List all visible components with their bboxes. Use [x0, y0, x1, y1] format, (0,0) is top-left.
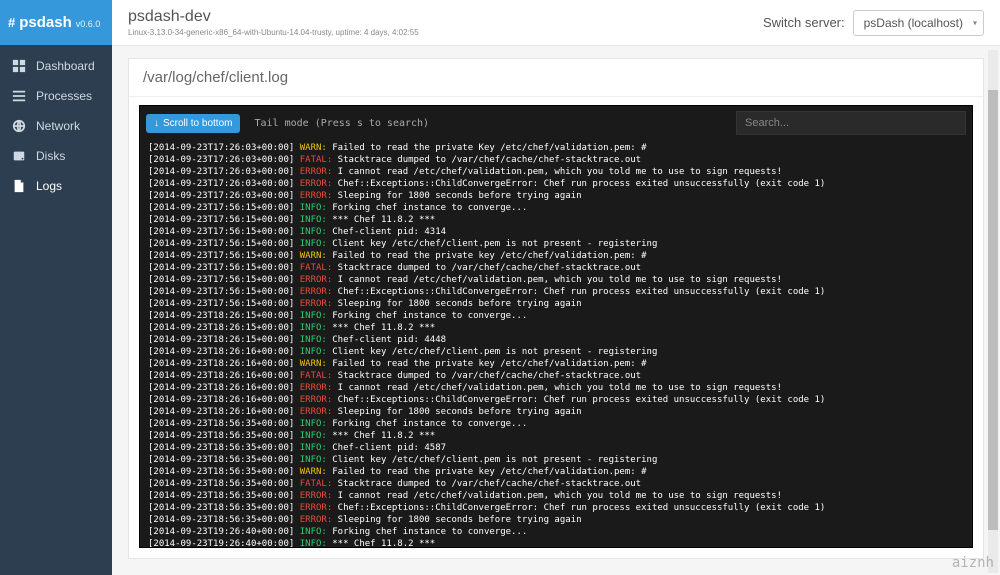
log-line: [2014-09-23T18:26:16+00:00] FATAL: Stack… — [148, 370, 964, 382]
sidebar: # psdash v0.6.0 Dashboard Processes Networ… — [0, 0, 112, 575]
log-line: [2014-09-23T17:26:03+00:00] ERROR: Chef:… — [148, 178, 964, 190]
log-line: [2014-09-23T17:26:03+00:00] FATAL: Stack… — [148, 154, 964, 166]
log-line: [2014-09-23T18:26:16+00:00] ERROR: I can… — [148, 382, 964, 394]
page-subtitle: Linux-3.13.0-34-generic-x86_64-with-Ubun… — [128, 28, 763, 37]
sidebar-item-disks[interactable]: Disks — [0, 141, 112, 171]
sidebar-item-label: Disks — [36, 149, 65, 163]
disks-icon — [12, 149, 26, 163]
brand[interactable]: # psdash v0.6.0 — [0, 0, 112, 45]
scroll-to-bottom-button[interactable]: ↓ Scroll to bottom — [146, 114, 240, 133]
log-line: [2014-09-23T17:56:15+00:00] INFO: Chef-c… — [148, 226, 964, 238]
log-panel: /var/log/chef/client.log ↓ Scroll to bot… — [128, 58, 984, 559]
log-line: [2014-09-23T18:56:35+00:00] ERROR: I can… — [148, 490, 964, 502]
brand-hash: # — [8, 15, 15, 30]
page-title: psdash-dev — [128, 8, 763, 26]
scrollbar-thumb[interactable] — [988, 90, 998, 530]
topbar: psdash-dev Linux-3.13.0-34-generic-x86_6… — [112, 0, 1000, 46]
log-line: [2014-09-23T17:26:03+00:00] ERROR: I can… — [148, 166, 964, 178]
sidebar-item-dashboard[interactable]: Dashboard — [0, 51, 112, 81]
scrollbar[interactable] — [988, 50, 998, 573]
log-body[interactable]: [2014-09-23T17:26:03+00:00] WARN: Failed… — [140, 140, 972, 547]
log-line: [2014-09-23T18:56:35+00:00] INFO: *** Ch… — [148, 430, 964, 442]
log-line: [2014-09-23T17:26:03+00:00] ERROR: Sleep… — [148, 190, 964, 202]
log-line: [2014-09-23T18:26:16+00:00] ERROR: Chef:… — [148, 394, 964, 406]
log-line: [2014-09-23T18:26:16+00:00] WARN: Failed… — [148, 358, 964, 370]
sidebar-item-label: Logs — [36, 179, 62, 193]
log-line: [2014-09-23T18:26:16+00:00] INFO: Client… — [148, 346, 964, 358]
server-select[interactable]: psDash (localhost) — [853, 10, 984, 36]
network-icon — [12, 119, 26, 133]
log-toolbar: ↓ Scroll to bottom Tail mode (Press s to… — [140, 106, 972, 140]
switch-server-label: Switch server: — [763, 15, 845, 30]
brand-version: v0.6.0 — [76, 19, 101, 29]
log-line: [2014-09-23T19:26:40+00:00] INFO: Forkin… — [148, 526, 964, 538]
log-line: [2014-09-23T18:56:35+00:00] ERROR: Chef:… — [148, 502, 964, 514]
sidebar-item-network[interactable]: Network — [0, 111, 112, 141]
content: /var/log/chef/client.log ↓ Scroll to bot… — [112, 46, 1000, 575]
log-line: [2014-09-23T18:56:35+00:00] WARN: Failed… — [148, 466, 964, 478]
watermark: aiznh — [952, 555, 994, 571]
nav: Dashboard Processes Network Disks Logs — [0, 45, 112, 201]
log-line: [2014-09-23T18:56:35+00:00] INFO: Client… — [148, 454, 964, 466]
log-line: [2014-09-23T17:56:15+00:00] ERROR: Sleep… — [148, 298, 964, 310]
log-line: [2014-09-23T17:26:03+00:00] WARN: Failed… — [148, 142, 964, 154]
log-line: [2014-09-23T18:26:15+00:00] INFO: Forkin… — [148, 310, 964, 322]
logs-icon — [12, 179, 26, 193]
dashboard-icon — [12, 59, 26, 73]
log-line: [2014-09-23T17:56:15+00:00] INFO: Forkin… — [148, 202, 964, 214]
search-input[interactable] — [736, 111, 966, 135]
log-line: [2014-09-23T19:26:40+00:00] INFO: *** Ch… — [148, 538, 964, 547]
log-line: [2014-09-23T18:56:35+00:00] INFO: Chef-c… — [148, 442, 964, 454]
log-line: [2014-09-23T18:26:15+00:00] INFO: Chef-c… — [148, 334, 964, 346]
log-line: [2014-09-23T17:56:15+00:00] INFO: Client… — [148, 238, 964, 250]
sidebar-item-logs[interactable]: Logs — [0, 171, 112, 201]
log-line: [2014-09-23T17:56:15+00:00] ERROR: I can… — [148, 274, 964, 286]
sidebar-item-label: Processes — [36, 89, 92, 103]
sidebar-item-processes[interactable]: Processes — [0, 81, 112, 111]
log-line: [2014-09-23T17:56:15+00:00] FATAL: Stack… — [148, 262, 964, 274]
brand-name: psdash — [19, 14, 72, 31]
scroll-to-bottom-label: Scroll to bottom — [163, 118, 232, 129]
log-line: [2014-09-23T18:56:35+00:00] ERROR: Sleep… — [148, 514, 964, 526]
log-line: [2014-09-23T17:56:15+00:00] INFO: *** Ch… — [148, 214, 964, 226]
log-line: [2014-09-23T18:56:35+00:00] INFO: Forkin… — [148, 418, 964, 430]
server-select-value: psDash (localhost) — [864, 16, 963, 30]
sidebar-item-label: Dashboard — [36, 59, 95, 73]
processes-icon — [12, 89, 26, 103]
tail-mode-label: Tail mode (Press s to search) — [254, 118, 429, 129]
log-container: ↓ Scroll to bottom Tail mode (Press s to… — [139, 105, 973, 548]
log-line: [2014-09-23T18:26:15+00:00] INFO: *** Ch… — [148, 322, 964, 334]
sidebar-item-label: Network — [36, 119, 80, 133]
log-panel-title: /var/log/chef/client.log — [129, 59, 983, 97]
log-line: [2014-09-23T18:26:16+00:00] ERROR: Sleep… — [148, 406, 964, 418]
log-line: [2014-09-23T17:56:15+00:00] ERROR: Chef:… — [148, 286, 964, 298]
arrow-down-icon: ↓ — [154, 118, 159, 129]
log-line: [2014-09-23T18:56:35+00:00] FATAL: Stack… — [148, 478, 964, 490]
log-line: [2014-09-23T17:56:15+00:00] WARN: Failed… — [148, 250, 964, 262]
